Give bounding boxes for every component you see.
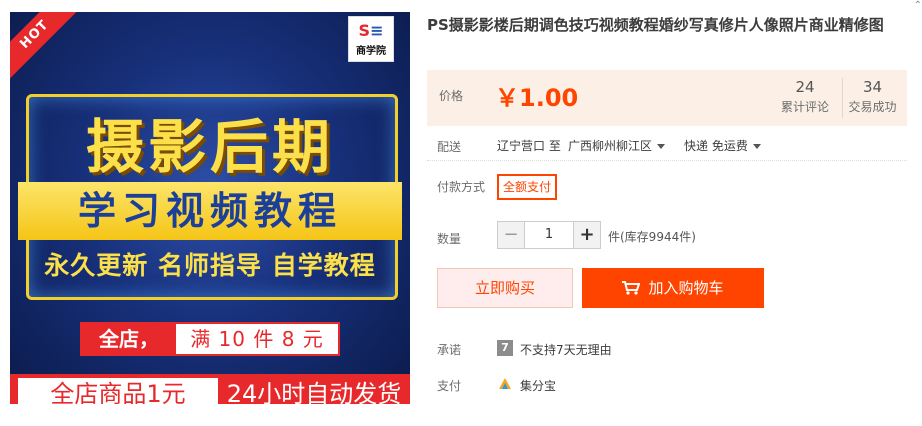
- product-main-image[interactable]: HOT S≡ 商学院 摄影后期 学习视频教程 永久更新 名师指导 自学教程 全店…: [10, 12, 410, 404]
- shipping-method-select[interactable]: 快递 免运费: [684, 137, 761, 154]
- quantity-decrease-button[interactable]: −: [498, 222, 524, 248]
- price-label: 价格: [439, 89, 464, 103]
- reviews-label: 累计评论: [780, 100, 829, 114]
- sales-label: 交易成功: [848, 100, 897, 114]
- corner-mark: ⌃: [913, 0, 922, 11]
- brand-logo-mark: S≡: [358, 20, 384, 40]
- pay-label: 支付: [437, 379, 462, 393]
- sales-stat: 34 交易成功: [842, 78, 902, 118]
- quantity-input[interactable]: 1: [524, 222, 574, 248]
- pay-method-text[interactable]: 集分宝: [520, 377, 556, 394]
- jifenbao-icon: [497, 376, 513, 392]
- buy-now-button[interactable]: 立即购买: [437, 268, 573, 308]
- brand-logo-name: 商学院: [356, 45, 386, 57]
- promise-text[interactable]: 不支持7天无理由: [520, 341, 612, 358]
- promo-right-text: 满 10 件 8 元: [190, 327, 324, 351]
- price-panel: 价格 ￥1.00 24 累计评论 34 交易成功: [427, 70, 907, 126]
- hot-badge: HOT: [10, 12, 84, 84]
- divider: [427, 160, 907, 161]
- promo-left-text: 全店，: [82, 324, 176, 354]
- shipping-label: 配送: [437, 140, 462, 154]
- brand-logo: S≡ 商学院: [348, 16, 394, 62]
- add-to-cart-label: 加入购物车: [648, 279, 724, 297]
- no-7day-return-icon: 7: [497, 340, 513, 356]
- payment-label: 付款方式: [437, 180, 486, 194]
- shipping-origin: 辽宁营口 至: [497, 139, 561, 153]
- image-promo-bar: 全店， 满 10 件 8 元: [80, 322, 340, 356]
- payment-option-full[interactable]: 全额支付: [497, 174, 558, 200]
- chevron-down-icon: [657, 144, 666, 149]
- reviews-stat[interactable]: 24 累计评论: [775, 78, 835, 115]
- sales-count: 34: [862, 78, 883, 96]
- image-tagline: 永久更新 名师指导 自学教程: [44, 251, 376, 280]
- image-subheadline: 学习视频教程: [18, 182, 402, 240]
- shipping-destination-select[interactable]: 广西柳州柳江区: [568, 137, 666, 154]
- cart-icon: [622, 281, 641, 295]
- image-headline: 摄影后期: [85, 113, 334, 181]
- quantity-increase-button[interactable]: +: [574, 222, 600, 248]
- shipping-method-text: 快递 免运费: [684, 139, 748, 153]
- reviews-count: 24: [795, 78, 815, 96]
- quantity-label: 数量: [437, 232, 462, 246]
- chevron-down-icon: [752, 144, 761, 149]
- quantity-stepper: − 1 +: [497, 221, 601, 249]
- promise-label: 承诺: [437, 343, 462, 357]
- price-value: ￥1.00: [495, 84, 579, 112]
- add-to-cart-button[interactable]: 加入购物车: [582, 268, 764, 308]
- strip-left-text: 全店商品1元: [18, 378, 218, 404]
- stock-text: 件(库存9944件): [608, 230, 696, 244]
- strip-right-text: 24小时自动发货: [226, 380, 402, 404]
- shipping-destination-text: 广西柳州柳江区: [568, 139, 653, 153]
- image-bottom-strip: 全店商品1元 24小时自动发货: [10, 374, 410, 404]
- product-title: PS摄影影楼后期调色技巧视频教程婚纱写真修片人像照片商业精修图: [427, 16, 884, 34]
